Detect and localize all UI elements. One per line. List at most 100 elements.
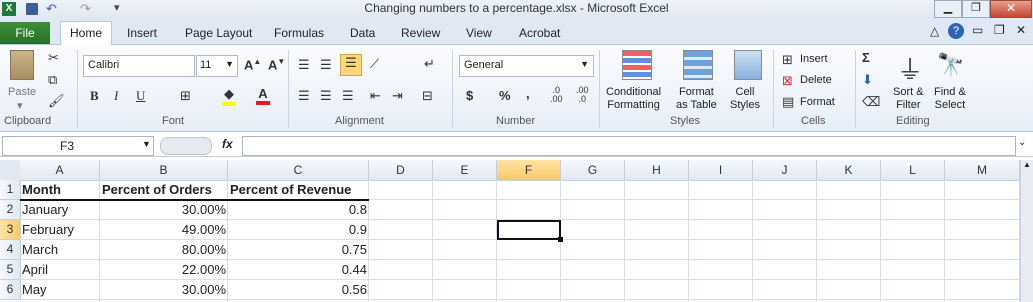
cell-a3[interactable]: February <box>20 220 100 240</box>
cell-b2[interactable]: 30.00% <box>100 200 228 220</box>
minimize-ribbon-icon[interactable]: △ <box>930 24 939 38</box>
format-cells-button[interactable]: Format <box>800 96 835 109</box>
paste-icon[interactable] <box>10 50 34 80</box>
cell-c3[interactable]: 0.9 <box>228 220 369 240</box>
align-middle-icon[interactable]: ☰ <box>320 57 332 73</box>
delete-cells-icon[interactable]: ⊠ <box>782 73 793 89</box>
format-cells-icon[interactable]: ▤ <box>782 94 794 110</box>
find-select-button[interactable]: Find & Select <box>934 86 966 112</box>
active-cell-f3[interactable] <box>497 220 561 240</box>
fill-icon[interactable]: ⬇ <box>862 72 873 88</box>
align-right-icon[interactable]: ☰ <box>342 88 354 104</box>
shrink-font-icon[interactable]: A▼ <box>268 57 285 72</box>
decrease-decimal-icon[interactable]: .00 .0 <box>576 86 589 104</box>
column-header-d[interactable]: D <box>369 160 433 181</box>
increase-decimal-icon[interactable]: .0 .00 <box>550 86 563 104</box>
tab-file[interactable]: File <box>0 22 50 44</box>
fill-handle[interactable] <box>558 237 563 242</box>
tab-page-layout[interactable]: Page Layout <box>185 26 252 40</box>
row-header-2[interactable]: 2 <box>0 200 21 220</box>
cell-styles-button[interactable]: Cell Styles <box>730 86 760 112</box>
column-header-f[interactable]: F <box>497 160 561 181</box>
column-header-h[interactable]: H <box>625 160 689 181</box>
conditional-formatting-icon[interactable] <box>622 50 652 80</box>
cell-b4[interactable]: 80.00% <box>100 240 228 260</box>
scroll-up-icon[interactable]: ▲ <box>1021 160 1033 174</box>
cell-styles-icon[interactable] <box>734 50 762 80</box>
font-size-combo[interactable]: 11 ▼ <box>196 55 238 77</box>
column-header-e[interactable]: E <box>433 160 497 181</box>
paste-button[interactable]: Paste <box>8 86 36 99</box>
align-top-icon[interactable]: ☰ <box>298 57 310 73</box>
formula-input[interactable] <box>242 136 1016 156</box>
number-format-combo[interactable]: General ▼ <box>459 55 594 77</box>
tab-view[interactable]: View <box>466 26 492 40</box>
column-header-a[interactable]: A <box>20 160 100 181</box>
cell-a5[interactable]: April <box>20 260 100 280</box>
format-as-table-icon[interactable] <box>683 50 713 80</box>
cell-c1[interactable]: Percent of Revenue <box>228 180 369 200</box>
close-button[interactable]: ✕ <box>990 0 1032 18</box>
cell-c2[interactable]: 0.8 <box>228 200 369 220</box>
column-header-i[interactable]: I <box>689 160 753 181</box>
cell-b1[interactable]: Percent of Orders <box>100 180 228 200</box>
currency-icon[interactable]: $ <box>466 88 473 103</box>
copy-icon[interactable]: ⧉ <box>48 72 57 88</box>
cell-b3[interactable]: 49.00% <box>100 220 228 240</box>
align-left-icon[interactable]: ☰ <box>298 88 310 104</box>
row-header-1[interactable]: 1 <box>0 180 21 200</box>
grow-font-icon[interactable]: A▲ <box>244 57 261 72</box>
expand-formula-icon[interactable]: ⌄ <box>1018 137 1026 148</box>
conditional-formatting-button[interactable]: Conditional Formatting <box>606 86 661 112</box>
borders-icon[interactable]: ⊞ <box>180 88 191 104</box>
merge-center-icon[interactable]: ⊟ <box>422 88 433 104</box>
cell-a2[interactable]: January <box>20 200 100 220</box>
cell-a4[interactable]: March <box>20 240 100 260</box>
insert-cells-button[interactable]: Insert <box>800 53 828 66</box>
underline-icon[interactable]: U <box>136 88 145 104</box>
format-painter-icon[interactable]: 🖌 <box>48 93 65 109</box>
column-header-k[interactable]: K <box>817 160 881 181</box>
align-center-icon[interactable]: ☰ <box>320 88 332 104</box>
decrease-indent-icon[interactable]: ⇤ <box>370 88 381 104</box>
name-box[interactable] <box>2 136 154 156</box>
column-header-g[interactable]: G <box>561 160 625 181</box>
increase-indent-icon[interactable]: ⇥ <box>392 88 403 104</box>
restore-button[interactable]: ❐ <box>962 0 990 18</box>
cell-a6[interactable]: May <box>20 280 100 300</box>
italic-icon[interactable]: I <box>114 88 118 104</box>
row-header-3[interactable]: 3 <box>0 220 21 240</box>
bold-icon[interactable]: B <box>90 88 99 104</box>
tab-acrobat[interactable]: Acrobat <box>519 26 560 40</box>
font-name-combo[interactable]: Calibri <box>83 55 195 77</box>
chevron-down-icon[interactable]: ▼ <box>225 59 234 69</box>
workbook-close-icon[interactable]: ✕ <box>1016 23 1026 37</box>
minimize-button[interactable]: ▁ <box>934 0 962 18</box>
row-header-6[interactable]: 6 <box>0 280 21 300</box>
percent-style-icon[interactable]: % <box>499 88 511 103</box>
column-header-l[interactable]: L <box>881 160 945 181</box>
tab-data[interactable]: Data <box>350 26 375 40</box>
wrap-text-icon[interactable]: ↵ <box>424 56 435 72</box>
fill-color-icon[interactable]: ◆ <box>222 86 236 106</box>
paste-dropdown-icon[interactable]: ▾ <box>17 100 23 113</box>
vertical-scrollbar[interactable] <box>1020 160 1033 302</box>
tab-home[interactable]: Home <box>60 21 112 46</box>
insert-cells-icon[interactable]: ⊞ <box>782 52 793 68</box>
sort-filter-button[interactable]: Sort & Filter <box>893 86 924 112</box>
tab-formulas[interactable]: Formulas <box>274 26 324 40</box>
column-header-c[interactable]: C <box>228 160 369 181</box>
formula-bar-handle[interactable] <box>160 137 212 155</box>
autosum-icon[interactable]: Σ <box>862 50 870 65</box>
cell-c6[interactable]: 0.56 <box>228 280 369 300</box>
cell-b6[interactable]: 30.00% <box>100 280 228 300</box>
cell-c5[interactable]: 0.44 <box>228 260 369 280</box>
select-all-corner[interactable] <box>0 160 21 181</box>
orientation-icon[interactable]: ⟋ <box>370 56 379 72</box>
cell-b5[interactable]: 22.00% <box>100 260 228 280</box>
column-header-j[interactable]: J <box>753 160 817 181</box>
row-header-4[interactable]: 4 <box>0 240 21 260</box>
cut-icon[interactable]: ✂ <box>48 50 59 66</box>
align-bottom-icon[interactable]: ☰ <box>340 54 362 76</box>
chevron-down-icon[interactable]: ▼ <box>580 59 589 69</box>
